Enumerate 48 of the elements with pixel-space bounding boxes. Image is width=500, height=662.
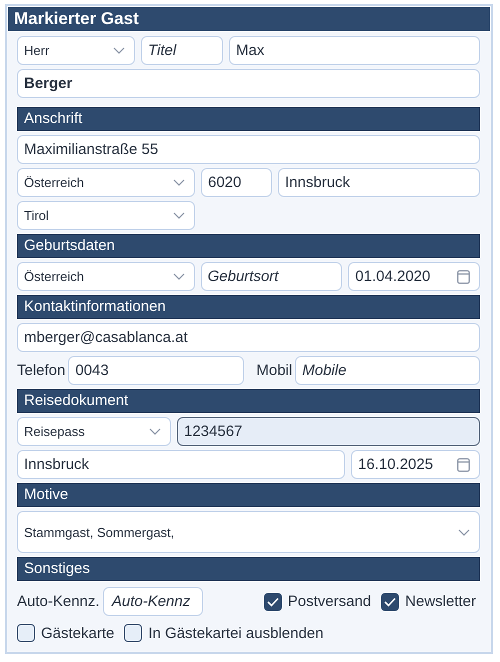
date-field[interactable]: 01.04.2020 bbox=[348, 262, 480, 291]
section-heading: Kontaktinformationen bbox=[17, 295, 480, 319]
chevron-down-icon bbox=[149, 428, 161, 435]
input-field[interactable]: 6020 bbox=[201, 168, 272, 197]
dropdown[interactable]: Herr bbox=[17, 36, 135, 65]
input-field[interactable]: 0043 bbox=[68, 356, 244, 385]
dropdown[interactable]: Österreich bbox=[17, 168, 195, 197]
field-label: Mobil bbox=[256, 362, 292, 379]
input-field[interactable]: Berger bbox=[17, 69, 480, 98]
checkbox[interactable] bbox=[381, 592, 400, 610]
section-heading: Anschrift bbox=[17, 107, 480, 131]
input-field[interactable]: Mobile bbox=[295, 356, 480, 385]
dropdown[interactable]: Reisepass bbox=[17, 417, 171, 446]
input-field[interactable]: Titel bbox=[141, 36, 223, 65]
input-field[interactable]: Innsbruck bbox=[278, 168, 480, 197]
multi-select-field[interactable]: Stammgast, Sommergast, bbox=[17, 511, 480, 553]
chevron-down-icon bbox=[113, 47, 125, 54]
input-field[interactable]: mberger@casablanca.at bbox=[17, 323, 480, 352]
section-heading: Reisedokument bbox=[17, 389, 480, 413]
checkbox-label[interactable]: Postversand bbox=[288, 593, 372, 610]
checkbox[interactable] bbox=[17, 624, 35, 642]
checkbox-label[interactable]: Gästekarte bbox=[41, 624, 114, 642]
checkbox[interactable] bbox=[264, 592, 282, 610]
chevron-down-icon bbox=[458, 528, 470, 536]
section-heading: Motive bbox=[17, 483, 480, 507]
chevron-down-icon bbox=[172, 273, 185, 280]
checkbox[interactable] bbox=[124, 624, 142, 642]
date-field[interactable]: 16.10.2025 bbox=[351, 450, 480, 479]
section-heading: Sonstiges bbox=[17, 557, 480, 581]
calendar-icon bbox=[457, 270, 470, 284]
input-field[interactable]: Max bbox=[229, 36, 480, 65]
panel-title: Markierter Gast bbox=[8, 7, 490, 31]
field-label: Auto-Kennz. bbox=[17, 593, 100, 610]
chevron-down-icon bbox=[173, 179, 185, 186]
checkbox-label[interactable]: In Gästekartei ausblenden bbox=[148, 624, 324, 642]
input-field[interactable]: Innsbruck bbox=[17, 450, 345, 479]
dropdown[interactable]: Tirol bbox=[17, 201, 195, 230]
input-field[interactable]: Geburtsort bbox=[200, 262, 342, 291]
checkmark-icon bbox=[384, 596, 396, 606]
field-label: Telefon bbox=[17, 362, 66, 379]
checkbox-label[interactable]: Newsletter bbox=[405, 593, 476, 610]
calendar-icon bbox=[457, 458, 470, 472]
section-heading: Geburtsdaten bbox=[17, 234, 480, 258]
chevron-down-icon bbox=[173, 212, 185, 219]
dropdown[interactable]: Österreich bbox=[17, 262, 195, 291]
checkmark-icon bbox=[266, 596, 279, 606]
input-field[interactable]: Maximilianstraße 55 bbox=[17, 135, 480, 164]
input-field[interactable]: Auto-Kennz bbox=[102, 587, 203, 616]
